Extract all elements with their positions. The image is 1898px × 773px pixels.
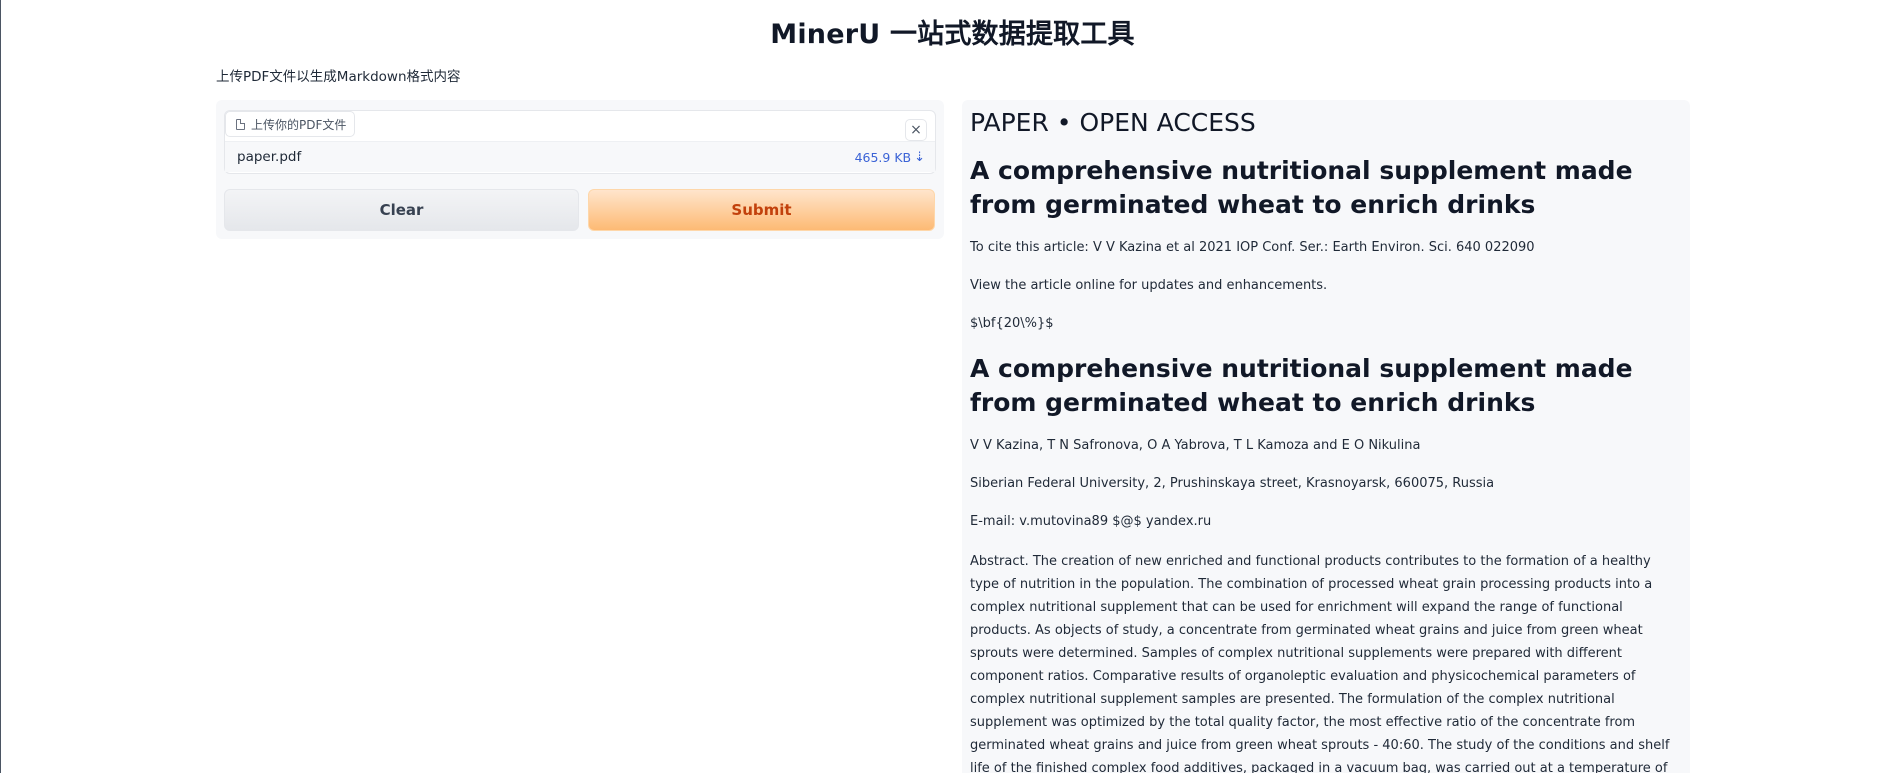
file-upload-label: 上传你的PDF文件 bbox=[225, 111, 356, 137]
output-affiliation: Siberian Federal University, 2, Prushins… bbox=[970, 476, 1495, 491]
output-view-online: View the article online for updates and … bbox=[970, 278, 1328, 293]
file-upload-label-text: 上传你的PDF文件 bbox=[251, 117, 347, 132]
page-title: MinerU 一站式数据提取工具 bbox=[770, 19, 1135, 50]
page-subtitle: 上传PDF文件以生成Markdown格式内容 bbox=[216, 69, 461, 85]
output-paper-title-repeat: A comprehensive nutritional supplement m… bbox=[970, 354, 1633, 417]
window-edge bbox=[0, 0, 1, 773]
file-name: paper.pdf bbox=[237, 149, 302, 165]
output-authors: V V Kazina, T N Safronova, O A Yabrova, … bbox=[970, 438, 1421, 453]
output-formula: $\bf{20\%}$ bbox=[970, 316, 1054, 331]
clear-file-button[interactable]: × bbox=[905, 119, 927, 141]
submit-button[interactable]: Submit bbox=[588, 189, 935, 231]
output-citation: To cite this article: V V Kazina et al 2… bbox=[970, 240, 1535, 255]
file-upload-box[interactable]: 上传你的PDF文件 × paper.pdf 465.9 KB ⇣ bbox=[224, 110, 936, 174]
close-icon: × bbox=[910, 122, 922, 138]
download-icon: ⇣ bbox=[914, 149, 925, 165]
file-size-link[interactable]: 465.9 KB ⇣ bbox=[855, 150, 925, 165]
uploaded-file-row: paper.pdf 465.9 KB ⇣ bbox=[225, 141, 935, 172]
markdown-content: PAPER • OPEN ACCESS A comprehensive nutr… bbox=[970, 108, 1682, 773]
upload-panel: 上传你的PDF文件 × paper.pdf 465.9 KB ⇣ Clear S… bbox=[216, 100, 944, 239]
output-abstract: Abstract. The creation of new enriched a… bbox=[970, 554, 1670, 773]
output-heading: PAPER • OPEN ACCESS bbox=[970, 108, 1256, 137]
file-size: 465.9 KB bbox=[854, 149, 912, 165]
clear-button[interactable]: Clear bbox=[224, 189, 579, 231]
output-email: E-mail: v.mutovina89 $@$ yandex.ru bbox=[970, 514, 1212, 529]
output-paper-title: A comprehensive nutritional supplement m… bbox=[970, 156, 1633, 219]
file-icon bbox=[236, 118, 245, 130]
app-page: MinerU 一站式数据提取工具 上传PDF文件以生成Markdown格式内容 … bbox=[0, 0, 1898, 773]
markdown-output-panel: PAPER • OPEN ACCESS A comprehensive nutr… bbox=[962, 100, 1690, 773]
